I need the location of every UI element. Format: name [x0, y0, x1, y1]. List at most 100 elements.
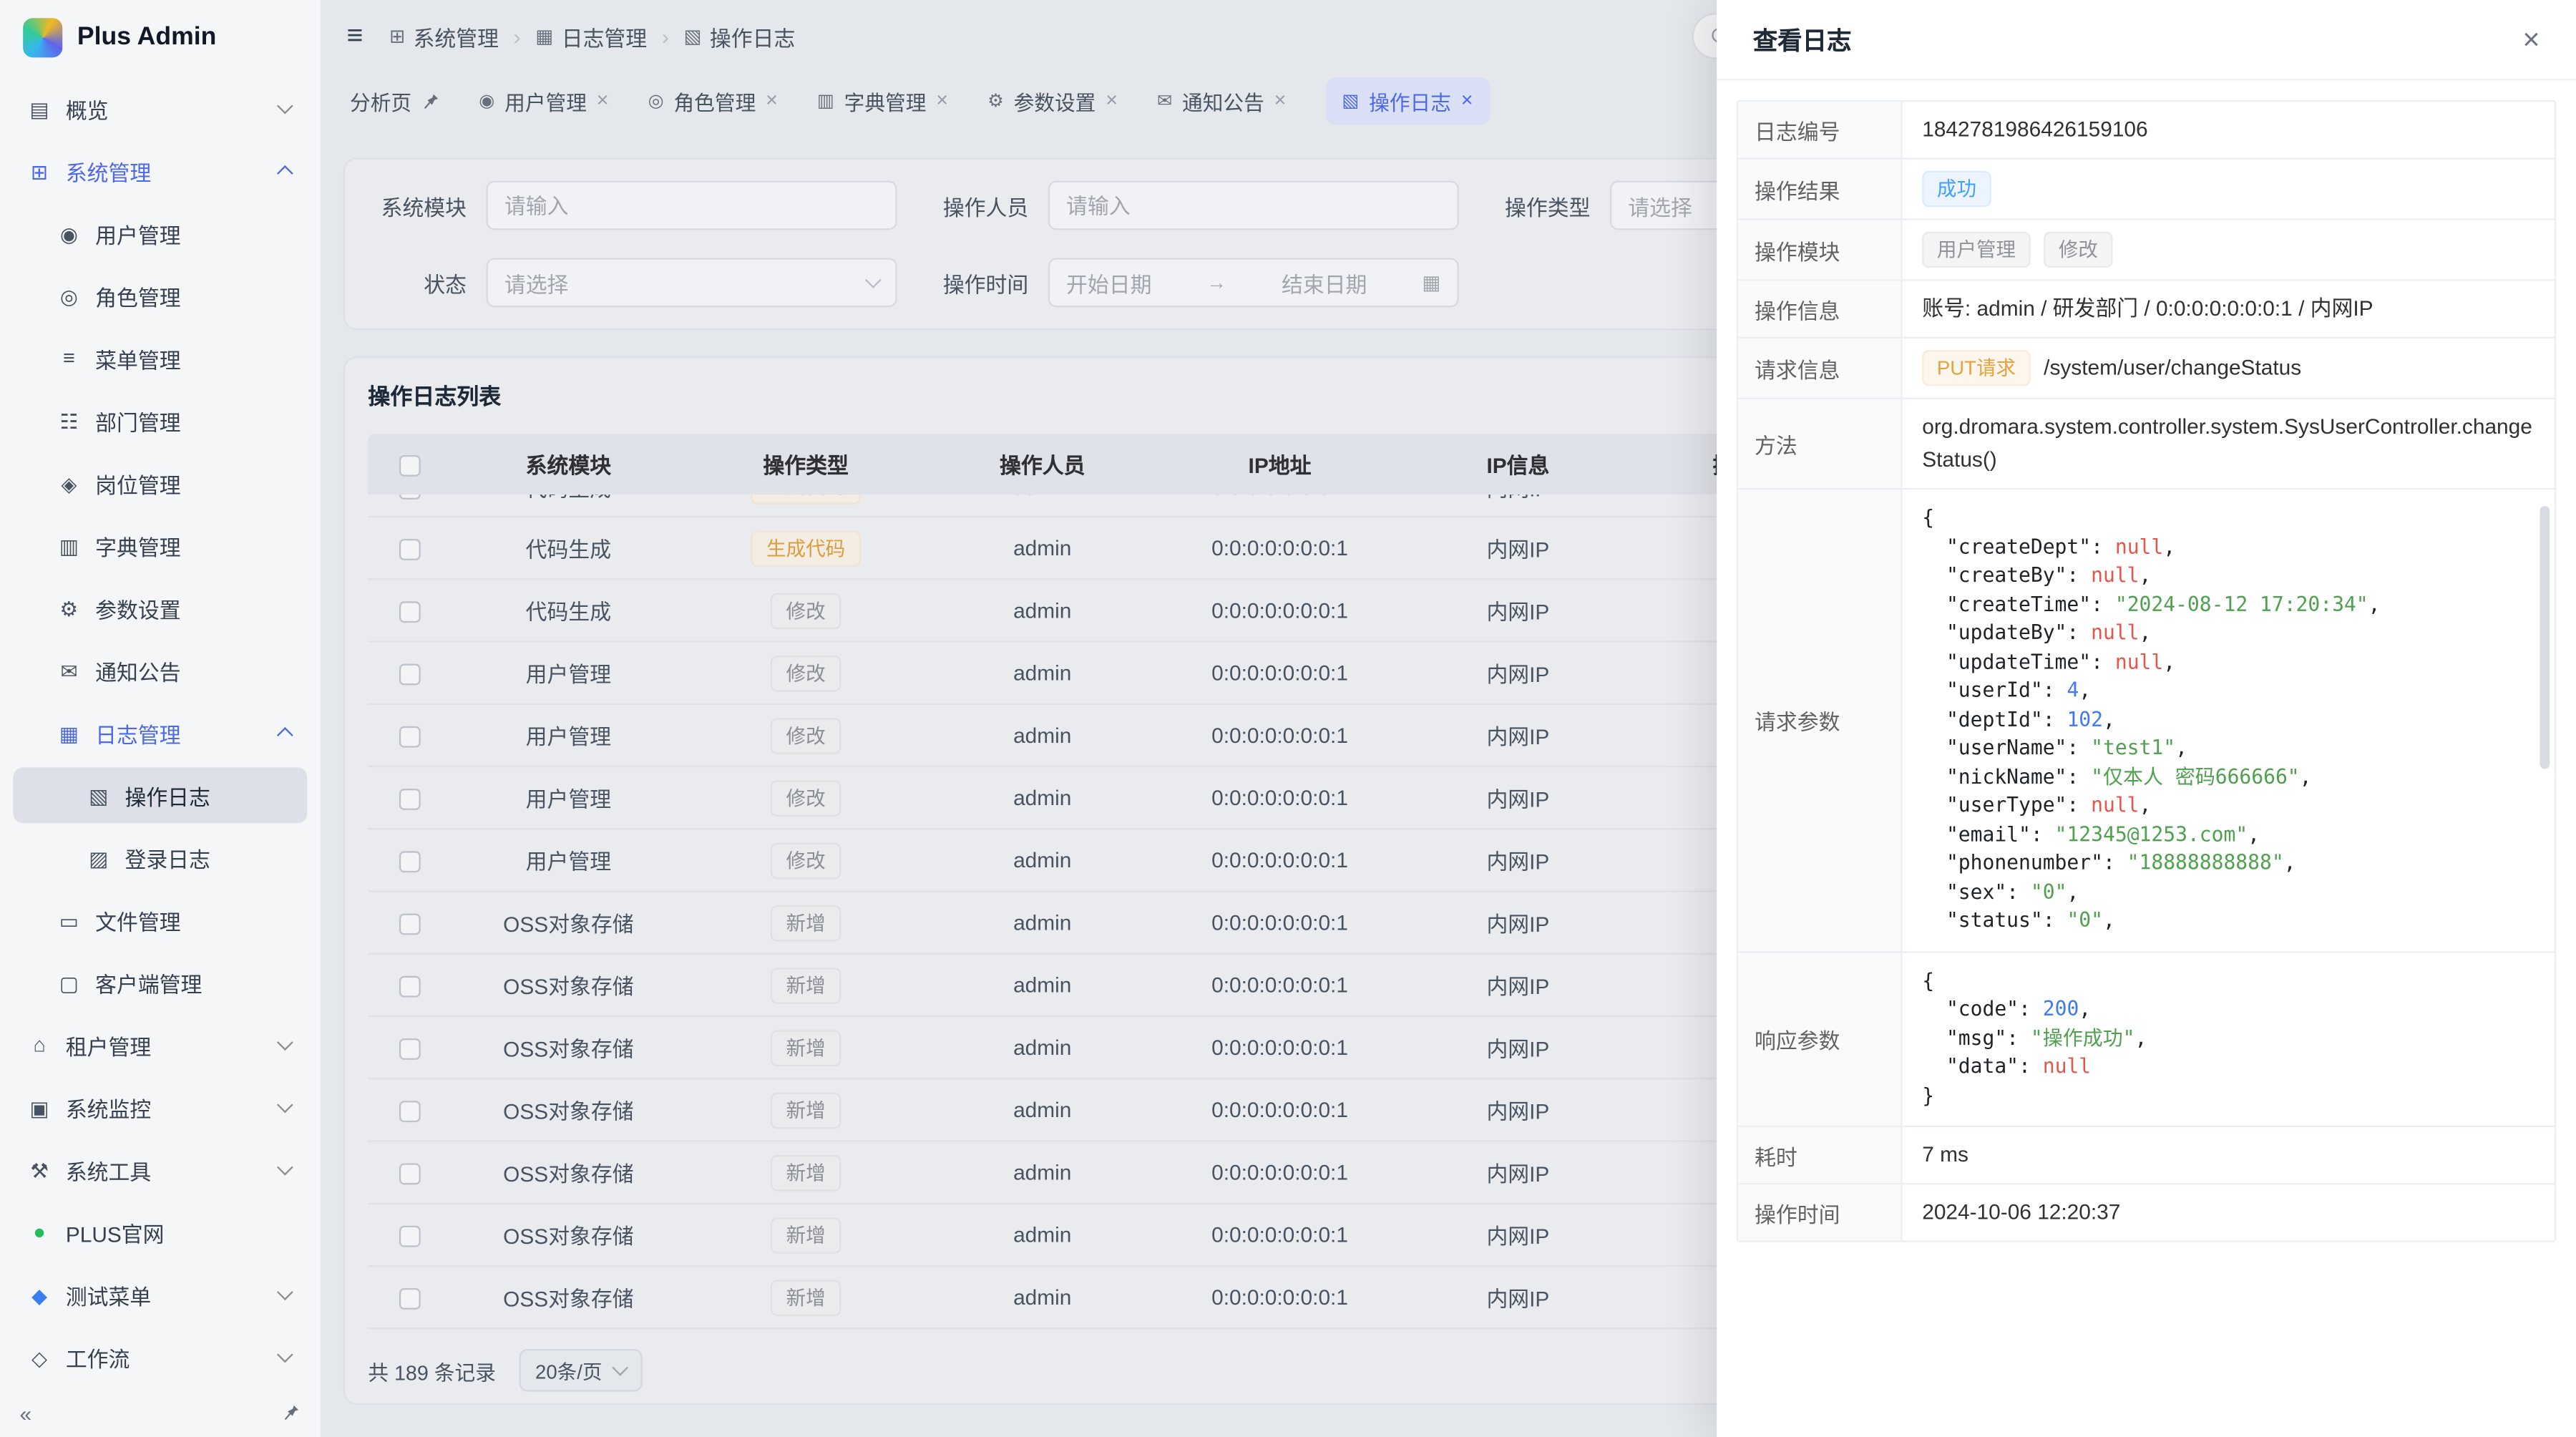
sidebar-item-label: 菜单管理 — [95, 343, 307, 374]
scrollbar[interactable] — [2540, 506, 2550, 769]
log-icon: ▦ — [535, 24, 553, 47]
cell-ip: 0:0:0:0:0:0:0:1 — [1160, 785, 1400, 809]
breadcrumb-item[interactable]: ▦日志管理 — [535, 21, 647, 52]
sidebar-item-overview[interactable]: ▤概览 — [13, 80, 307, 136]
column-header[interactable]: 操作类型 — [687, 449, 925, 480]
file-icon: ▭ — [56, 907, 82, 932]
row-checkbox[interactable] — [368, 848, 450, 873]
sidebar-item-operation-log[interactable]: ▧操作日志 — [13, 767, 307, 823]
sidebar-item-post-management[interactable]: ◈岗位管理 — [13, 455, 307, 511]
http-method-badge: PUT请求 — [1922, 350, 2031, 386]
close-icon[interactable]: × — [597, 90, 609, 111]
breadcrumb-item[interactable]: ⊞系统管理 — [389, 21, 499, 52]
operator-input[interactable] — [1048, 181, 1459, 230]
sidebar-item-plus-website[interactable]: ●PLUS官网 — [13, 1204, 307, 1260]
sidebar-item-label: 客户端管理 — [95, 967, 307, 998]
row-checkbox[interactable] — [368, 973, 450, 998]
row-checkbox[interactable] — [368, 535, 450, 560]
table-row[interactable]: OSS对象存储新增admin0:0:0:0:0:0:0:1内网IP成功 — [368, 955, 1874, 1017]
column-header[interactable]: IP地址 — [1160, 449, 1400, 480]
row-checkbox[interactable] — [368, 598, 450, 623]
breadcrumb-item[interactable]: ▧操作日志 — [683, 21, 795, 52]
close-icon[interactable]: × — [1274, 90, 1287, 111]
row-checkbox[interactable] — [368, 785, 450, 810]
close-icon[interactable]: × — [1106, 90, 1118, 111]
table-row[interactable]: 用户管理修改admin0:0:0:0:0:0:0:1内网IP成功 — [368, 643, 1874, 705]
close-icon[interactable]: × — [2522, 24, 2540, 54]
column-header[interactable]: IP信息 — [1400, 449, 1636, 480]
breadcrumb: ⊞系统管理›▦日志管理›▧操作日志 — [389, 21, 795, 52]
sidebar-item-login-log[interactable]: ▨登录日志 — [13, 829, 307, 885]
collapse-sidebar-icon[interactable]: « — [20, 1401, 32, 1425]
table-row[interactable]: 代码生成生成代码admin0:0:0:0:0:0:0:1内网IP成功 — [368, 517, 1874, 580]
sidebar-item-notice[interactable]: ✉通知公告 — [13, 643, 307, 698]
module-badge: 用户管理 — [1922, 232, 2031, 268]
sidebar-item-workflow[interactable]: ◇工作流 — [13, 1329, 307, 1385]
hamburger-menu-icon[interactable]: ≡ — [346, 20, 363, 53]
table-row[interactable]: OSS对象存储新增admin0:0:0:0:0:0:0:1内网IP成功 — [368, 1204, 1874, 1267]
select-all-checkbox[interactable] — [368, 452, 450, 477]
cell-ip-info: 内网IP — [1400, 1094, 1636, 1126]
row-checkbox[interactable] — [368, 1035, 450, 1060]
sidebar-item-role-management[interactable]: ◎角色管理 — [13, 268, 307, 323]
system-icon: ⊞ — [389, 24, 405, 47]
status-select[interactable]: 请选择 — [487, 258, 897, 307]
table-row[interactable]: 用户管理修改admin0:0:0:0:0:0:0:1内网IP成功 — [368, 767, 1874, 829]
system-module-text-input[interactable] — [504, 193, 879, 218]
sidebar-item-tenant-management[interactable]: ⌂租户管理 — [13, 1017, 307, 1073]
result-row: 操作结果 成功 — [1738, 160, 2555, 220]
row-checkbox[interactable] — [368, 661, 450, 686]
row-checkbox[interactable] — [368, 1160, 450, 1185]
sidebar-item-client-management[interactable]: ▢客户端管理 — [13, 955, 307, 1010]
date-range-input[interactable]: 开始日期 → 结束日期 ▦ — [1048, 258, 1459, 307]
table-row[interactable]: OSS对象存储新增admin0:0:0:0:0:0:0:1内网IP成功 — [368, 1267, 1874, 1329]
cell-operator: admin — [925, 1098, 1160, 1122]
row-checkbox[interactable] — [368, 1285, 450, 1310]
close-icon[interactable]: × — [1461, 90, 1473, 111]
page-size-select[interactable]: 20条/页 — [519, 1349, 641, 1392]
row-checkbox[interactable] — [368, 1222, 450, 1247]
dashboard-icon: ▤ — [26, 96, 53, 120]
table-row[interactable]: OSS对象存储新增admin0:0:0:0:0:0:0:1内网IP成功 — [368, 892, 1874, 955]
pin-icon[interactable] — [421, 91, 439, 109]
row-checkbox[interactable] — [368, 723, 450, 748]
system-module-input[interactable] — [487, 181, 897, 230]
sidebar-item-system-tools[interactable]: ⚒系统工具 — [13, 1142, 307, 1198]
sidebar-item-user-management[interactable]: ◉用户管理 — [13, 205, 307, 261]
pin-icon[interactable] — [283, 1401, 301, 1425]
sidebar-item-menu-management[interactable]: ≡菜单管理 — [13, 330, 307, 386]
table-row[interactable]: 用户管理修改admin0:0:0:0:0:0:0:1内网IP成功 — [368, 705, 1874, 767]
tab-operation-log[interactable]: ▧操作日志× — [1326, 77, 1490, 125]
close-icon[interactable]: × — [766, 90, 778, 111]
sidebar-item-file-management[interactable]: ▭文件管理 — [13, 892, 307, 948]
tab-analysis[interactable]: 分析页 — [350, 84, 439, 116]
tab-user-management[interactable]: ◉用户管理× — [479, 84, 608, 116]
sidebar-item-system-management[interactable]: ⊞系统管理 — [13, 143, 307, 199]
time-row: 操作时间 2024-10-06 12:20:37 — [1738, 1184, 2555, 1240]
sidebar-item-param-settings[interactable]: ⚙参数设置 — [13, 580, 307, 635]
operator-text-input[interactable] — [1066, 193, 1440, 218]
tab-role-management[interactable]: ◎角色管理× — [648, 84, 778, 116]
chevron-up-icon — [277, 727, 293, 744]
sidebar-item-dict-management[interactable]: ▥字典管理 — [13, 517, 307, 573]
row-checkbox[interactable] — [368, 910, 450, 935]
table-row[interactable]: 用户管理修改admin0:0:0:0:0:0:0:1内网IP成功 — [368, 829, 1874, 892]
table-row[interactable]: 代码生成修改admin0:0:0:0:0:0:0:1内网IP成功 — [368, 580, 1874, 642]
column-header[interactable]: 系统模块 — [450, 449, 687, 480]
close-icon[interactable]: × — [936, 90, 948, 111]
table-row[interactable]: OSS对象存储新增admin0:0:0:0:0:0:0:1内网IP成功 — [368, 1017, 1874, 1079]
sidebar-item-log-management[interactable]: ▦日志管理 — [13, 705, 307, 761]
sidebar-bottom-bar: « — [0, 1388, 321, 1437]
tab-notice[interactable]: ✉通知公告× — [1157, 84, 1286, 116]
row-checkbox[interactable] — [368, 1098, 450, 1123]
sidebar-item-test-menu[interactable]: ◆测试菜单 — [13, 1267, 307, 1322]
column-header[interactable]: 操作人员 — [925, 449, 1160, 480]
sidebar-item-system-monitor[interactable]: ▣系统监控 — [13, 1079, 307, 1135]
tab-param-settings[interactable]: ⚙参数设置× — [987, 84, 1118, 116]
sidebar-item-dept-management[interactable]: ☷部门管理 — [13, 393, 307, 449]
tab-dict-management[interactable]: ▥字典管理× — [817, 84, 948, 116]
table-row[interactable]: OSS对象存储新增admin0:0:0:0:0:0:0:1内网IP成功 — [368, 1142, 1874, 1204]
table-row-clipped[interactable]: 代码生成生成代码admin0:0:0:0:0:0:0:1内网IP成功 — [368, 495, 1874, 517]
row-checkbox[interactable] — [368, 495, 450, 499]
table-row[interactable]: OSS对象存储新增admin0:0:0:0:0:0:0:1内网IP成功 — [368, 1079, 1874, 1141]
